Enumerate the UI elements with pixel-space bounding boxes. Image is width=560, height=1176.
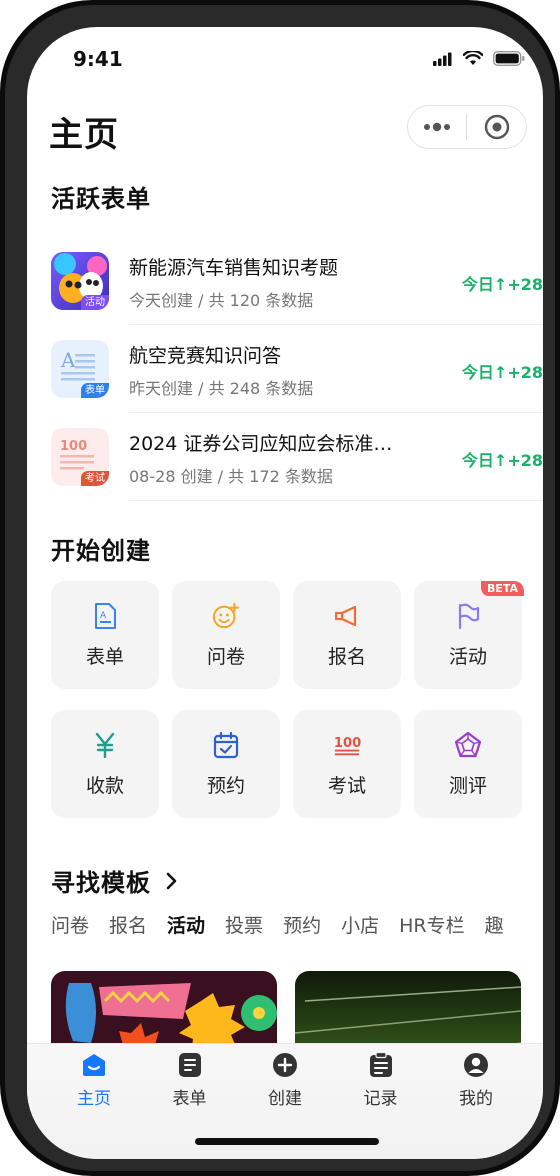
thumbnail-tag: 表单 (81, 383, 109, 398)
plus-circle-icon (273, 1053, 297, 1077)
item-title: 2024 证券公司应知应会标准… (129, 433, 393, 455)
page-title: 主页 (49, 115, 119, 155)
tabbar-item-mine[interactable]: 我的 (429, 1052, 523, 1109)
divider (129, 500, 543, 501)
calendar-check-icon (213, 731, 239, 758)
tabbar-label: 我的 (459, 1089, 493, 1109)
megaphone-icon (334, 605, 357, 626)
screen: 9:41 主页 活跃表单 活动 新能源汽车销售知识考题 今天创建 / 共 120… (27, 27, 543, 1159)
tile-label: 预约 (206, 774, 245, 797)
svg-text:100: 100 (334, 735, 361, 750)
tab-hr[interactable]: HR专栏 (399, 911, 465, 951)
create-form-button[interactable]: A 表单 (51, 581, 159, 689)
item-text: 新能源汽车销售知识考题 今天创建 / 共 120 条数据 (129, 255, 429, 311)
home-indicator (195, 1138, 379, 1145)
item-stat: 今日↑+28 (461, 451, 543, 470)
mini-program-capsule (407, 105, 527, 149)
tabbar-label: 主页 (77, 1089, 111, 1109)
item-title: 航空竞赛知识问答 (129, 345, 282, 367)
item-text: 航空竞赛知识问答 昨天创建 / 共 248 条数据 (129, 343, 429, 399)
templates-title: 寻找模板 (51, 869, 151, 897)
battery-icon (493, 51, 525, 66)
thumbnail-tag: 活动 (81, 295, 109, 310)
target-icon (484, 114, 509, 140)
list-item[interactable]: 100 考试 2024 证券公司应知应会标准… 08-28 创建 / 共 172… (51, 413, 543, 501)
tile-label: 活动 (448, 645, 487, 668)
create-section-title: 开始创建 (51, 537, 151, 565)
tabbar-label: 创建 (268, 1089, 302, 1109)
tabbar-label: 记录 (363, 1089, 398, 1109)
chevron-right-icon (166, 872, 177, 889)
smiley-icon (212, 602, 240, 628)
item-subtitle: 昨天创建 / 共 248 条数据 (129, 379, 314, 398)
list-item[interactable]: A 表单 航空竞赛知识问答 昨天创建 / 共 248 条数据 今日↑+28 (51, 325, 543, 413)
tabbar-item-records[interactable]: 记录 (334, 1052, 428, 1109)
tabbar-item-home[interactable]: 主页 (47, 1052, 141, 1109)
item-title: 新能源汽车销售知识考题 (129, 257, 339, 279)
create-assessment-button[interactable]: 测评 (414, 710, 522, 818)
item-text: 2024 证券公司应知应会标准… 08-28 创建 / 共 172 条数据 (129, 431, 429, 487)
beta-badge: BETA (480, 581, 524, 596)
flag-icon (458, 603, 480, 629)
tabbar-item-create[interactable]: 创建 (238, 1052, 332, 1109)
svg-text:A: A (100, 611, 107, 621)
tile-label: 报名 (327, 645, 366, 668)
svg-text:A: A (60, 348, 76, 372)
templates-header[interactable]: 寻找模板 (51, 863, 179, 898)
create-booking-button[interactable]: 预约 (172, 710, 280, 818)
create-signup-button[interactable]: 报名 (293, 581, 401, 689)
create-survey-button[interactable]: 问卷 (172, 581, 280, 689)
thumbnail-tag: 考试 (81, 471, 109, 486)
wifi-icon (463, 51, 483, 65)
item-stat: 今日↑+28 (461, 363, 543, 382)
activity-thumbnail: 活动 (51, 252, 109, 310)
yuan-icon (95, 732, 115, 758)
tile-label: 考试 (327, 774, 366, 797)
tile-label: 测评 (448, 774, 487, 797)
tab-fun[interactable]: 趣 (485, 911, 504, 951)
tabbar-item-forms[interactable]: 表单 (143, 1052, 237, 1109)
create-activity-button[interactable]: BETA 活动 (414, 581, 524, 689)
form-thumbnail: A 表单 (51, 340, 109, 398)
active-forms-title: 活跃表单 (51, 185, 151, 213)
tab-activity[interactable]: 活动 (167, 911, 205, 951)
tile-label: 收款 (85, 774, 124, 797)
svg-text:100: 100 (60, 439, 87, 454)
exam-thumbnail: 100 考试 (51, 428, 109, 486)
active-forms-list: 活动 新能源汽车销售知识考题 今天创建 / 共 120 条数据 今日↑+28 A (51, 237, 543, 501)
more-dots-icon (424, 122, 450, 132)
create-exam-button[interactable]: 100 考试 (293, 710, 401, 818)
close-miniprogram-button[interactable] (467, 106, 526, 148)
item-stat: 今日↑+28 (461, 275, 543, 294)
form-icon: A (95, 602, 116, 629)
tab-survey[interactable]: 问卷 (51, 911, 89, 951)
tab-shop[interactable]: 小店 (341, 911, 379, 951)
tab-vote[interactable]: 投票 (225, 911, 263, 951)
status-time: 9:41 (73, 47, 123, 71)
tabbar-label: 表单 (172, 1089, 207, 1109)
more-button[interactable] (408, 106, 466, 148)
tile-label: 问卷 (206, 645, 245, 668)
tab-signup[interactable]: 报名 (109, 911, 147, 951)
form-list-icon (178, 1053, 201, 1077)
list-item[interactable]: 活动 新能源汽车销售知识考题 今天创建 / 共 120 条数据 今日↑+28 (51, 237, 543, 325)
user-icon (464, 1053, 488, 1077)
item-subtitle: 今天创建 / 共 120 条数据 (129, 291, 314, 310)
tile-label: 表单 (85, 645, 124, 668)
tab-booking[interactable]: 预约 (283, 911, 321, 951)
create-grid: A 表单 问卷 报名 BETA 活动 收款 预约 100 考试 测评 (51, 581, 524, 818)
phone-bezel: 9:41 主页 活跃表单 活动 新能源汽车销售知识考题 今天创建 / 共 120… (5, 5, 555, 1171)
template-tabs: 问卷 报名 活动 投票 预约 小店 HR专栏 趣 (51, 911, 543, 951)
clipboard-icon (369, 1052, 392, 1077)
phone-frame: 9:41 主页 活跃表单 活动 新能源汽车销售知识考题 今天创建 / 共 120… (0, 0, 560, 1176)
create-payment-button[interactable]: 收款 (51, 710, 159, 818)
status-icons (433, 51, 525, 66)
home-icon (83, 1054, 105, 1076)
signal-icon (433, 52, 452, 66)
item-subtitle: 08-28 创建 / 共 172 条数据 (129, 467, 333, 486)
score-100-icon: 100 (334, 735, 361, 755)
bottom-tab-bar: 主页 表单 创建 记录 我的 (27, 1043, 543, 1159)
pentagon-icon (454, 731, 482, 757)
